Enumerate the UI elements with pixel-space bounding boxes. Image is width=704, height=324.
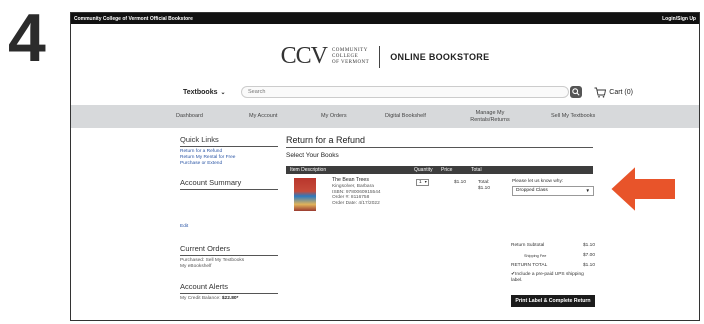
chevron-down-icon: ▼ bbox=[585, 188, 590, 193]
bookstore-title: ONLINE BOOKSTORE bbox=[390, 51, 490, 62]
search-icon bbox=[572, 88, 580, 96]
search-bar: Textbooks ⌄ Cart (0) bbox=[183, 85, 633, 99]
nav-my-account[interactable]: My Account bbox=[249, 113, 277, 120]
cart-icon bbox=[594, 87, 607, 98]
brand-header: CCV COMMUNITY COLLEGE OF VERMONT ONLINE … bbox=[71, 43, 699, 70]
table-header: Item Description Quantity Price Total bbox=[286, 166, 593, 174]
divider bbox=[180, 255, 278, 256]
nav-manage-rentals[interactable]: Manage My Rentals/Returns bbox=[465, 110, 515, 123]
book-total: Total: $1.10 bbox=[478, 180, 491, 191]
edit-link[interactable]: Edit bbox=[180, 224, 278, 230]
credit-balance: My Credit Balance: $22.80* bbox=[180, 296, 239, 301]
link-purchase-extend[interactable]: Purchase or Extend bbox=[180, 161, 278, 167]
store-name: Community College of Vermont Official Bo… bbox=[74, 15, 193, 22]
logo-text: COMMUNITY COLLEGE OF VERMONT bbox=[331, 47, 370, 65]
cart-button[interactable]: Cart (0) bbox=[594, 87, 633, 98]
shipping-row: Shipping Fee $7.00 bbox=[524, 253, 595, 258]
reason-select[interactable]: Dropped Class ▼ bbox=[512, 186, 594, 196]
book-price: $1.10 bbox=[454, 180, 467, 185]
logo-mark: CCV bbox=[280, 43, 328, 69]
divider bbox=[180, 146, 278, 147]
sidebar: Quick Links Return for a Refund Return M… bbox=[180, 135, 278, 302]
reason-label: Please let us know why: bbox=[512, 179, 564, 184]
nav-digital-bookshelf[interactable]: Digital Bookshelf bbox=[385, 113, 426, 120]
nav-sell-textbooks[interactable]: Sell My Textbooks bbox=[551, 113, 595, 120]
account-alerts-heading: Account Alerts bbox=[180, 282, 228, 291]
col-total: Total bbox=[471, 167, 482, 173]
quantity-select[interactable]: 1 ▼ bbox=[416, 179, 429, 186]
textbooks-menu[interactable]: Textbooks ⌄ bbox=[183, 89, 241, 96]
section-title: Select Your Books bbox=[286, 152, 339, 159]
divider bbox=[180, 189, 278, 190]
book-details: The Bean Trees Kingsolver, Barbara ISBN:… bbox=[332, 177, 381, 207]
step-number: 4 bbox=[8, 0, 46, 76]
book-cover-image bbox=[294, 178, 316, 211]
return-panel: Return for a Refund Select Your Books It… bbox=[286, 135, 595, 307]
account-summary-heading: Account Summary bbox=[180, 178, 242, 187]
book-author: Kingsolver, Barbara bbox=[332, 183, 374, 189]
ups-label-option[interactable]: ✔Include a pre-paid UPS shipping label. bbox=[511, 272, 595, 284]
divider bbox=[286, 147, 593, 148]
col-item: Item Description bbox=[290, 167, 327, 173]
current-orders-heading: Current Orders bbox=[180, 244, 231, 253]
chevron-down-icon: ▼ bbox=[424, 180, 428, 184]
quick-links-heading: Quick Links bbox=[180, 135, 219, 144]
nav-my-orders[interactable]: My Orders bbox=[321, 113, 347, 120]
ccv-logo[interactable]: CCV COMMUNITY COLLEGE OF VERMONT bbox=[281, 43, 370, 70]
arrow-pointer-icon bbox=[610, 163, 677, 215]
top-bar: Community College of Vermont Official Bo… bbox=[71, 13, 699, 24]
book-order-date: Order Date: 4/17/2022 bbox=[332, 201, 380, 207]
browser-frame: Community College of Vermont Official Bo… bbox=[70, 12, 700, 321]
print-label-button[interactable]: Print Label & Complete Return bbox=[511, 295, 595, 307]
search-button[interactable] bbox=[570, 86, 583, 98]
main-nav: Dashboard My Account My Orders Digital B… bbox=[71, 105, 699, 128]
nav-dashboard[interactable]: Dashboard bbox=[176, 113, 203, 120]
search-input[interactable] bbox=[241, 86, 570, 98]
subtotal-row: Return Subtotal $1.10 bbox=[511, 243, 595, 248]
total-row: RETURN TOTAL $1.10 bbox=[511, 263, 595, 268]
col-price: Price bbox=[441, 167, 453, 173]
logo-divider bbox=[379, 45, 381, 68]
chevron-down-icon: ⌄ bbox=[220, 89, 226, 96]
col-quantity: Quantity bbox=[414, 167, 433, 173]
login-link[interactable]: Login/Sign Up bbox=[662, 16, 696, 22]
divider bbox=[180, 293, 278, 294]
page-title: Return for a Refund bbox=[286, 135, 366, 145]
return-summary: Return Subtotal $1.10 Shipping Fee $7.00 R… bbox=[511, 241, 595, 284]
current-orders-line: My eBookshelf bbox=[180, 264, 212, 269]
